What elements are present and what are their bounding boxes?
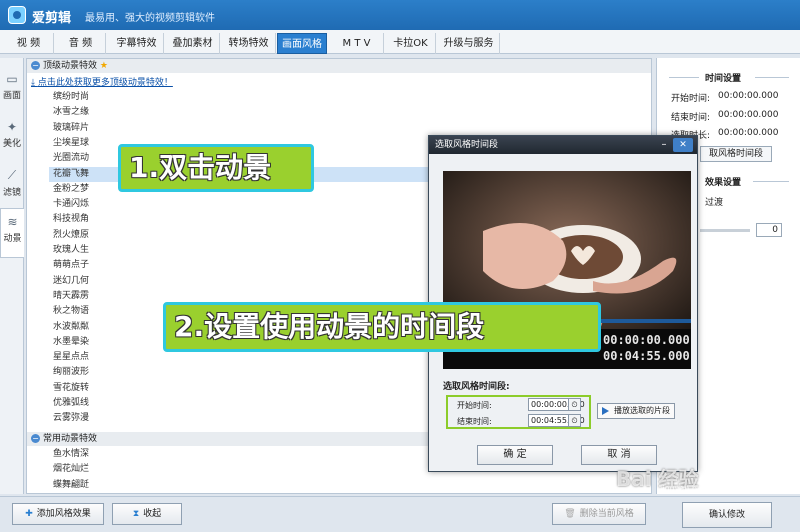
button-label: 收起	[143, 509, 162, 519]
tab-upgrade[interactable]: 升级与服务	[438, 33, 500, 54]
side-tab-beautify[interactable]: ✦ 美化	[0, 114, 24, 164]
star-icon: ★	[99, 61, 108, 71]
download-more-link[interactable]: ⤓ 点击此处获取更多顶级动景特效！	[31, 75, 173, 88]
pick-time-range-button[interactable]: 取风格时间段	[700, 146, 772, 162]
filter-icon: ⟋	[7, 168, 17, 182]
dialog-cancel-button[interactable]: 取 消	[581, 445, 657, 465]
tab-transitions[interactable]: 转场特效	[222, 33, 276, 54]
fade-label: 过渡	[705, 198, 724, 208]
trash-icon: 🗑	[564, 509, 576, 519]
app-logo-icon	[8, 6, 26, 24]
play-selection-button[interactable]: 播放选取的片段	[597, 403, 675, 419]
collapse-icon: −	[31, 434, 40, 443]
watermark-url: jingyan.baidu.com	[660, 484, 734, 493]
button-label: 添加风格效果	[36, 509, 91, 519]
tab-subtitle-effects[interactable]: 字幕特效	[110, 33, 164, 54]
group-title: 顶级动景特效	[43, 61, 98, 71]
main-tab-bar: 视 频 音 频 字幕特效 叠加素材 转场特效 画面风格 M T V 卡拉OK 升…	[0, 30, 800, 54]
tab-audio[interactable]: 音 频	[56, 33, 106, 54]
end-time-label: 结束时间:	[671, 113, 711, 123]
collapse-button[interactable]: ⧗ 收起	[112, 503, 182, 525]
tab-karaoke[interactable]: 卡拉OK	[386, 33, 436, 54]
close-icon[interactable]: ✕	[673, 138, 693, 152]
start-time-label: 开始时间:	[671, 94, 711, 104]
button-label: 播放选取的片段	[614, 406, 670, 415]
divider	[669, 77, 699, 78]
side-tabs: ▭ 画面 ✦ 美化 ⟋ 滤镜 ≋ 动景	[0, 58, 24, 494]
time-range-section-label: 选取风格时间段:	[443, 382, 510, 392]
group-header-top-effects[interactable]: − 顶级动景特效 ★	[27, 59, 651, 73]
divider	[753, 181, 789, 182]
dialog-ok-button[interactable]: 确 定	[477, 445, 553, 465]
hourglass-icon: ⧗	[132, 509, 140, 519]
side-tab-label: 滤镜	[2, 188, 21, 198]
side-tab-picture[interactable]: ▭ 画面	[0, 66, 24, 116]
tab-mtv[interactable]: M T V	[330, 33, 384, 54]
add-effect-icon: ✚	[25, 509, 33, 519]
play-icon	[602, 407, 609, 415]
app-name: 爱剪辑	[32, 11, 72, 26]
side-tab-label: 画面	[2, 91, 21, 101]
time-settings-header: 时间设置	[705, 74, 742, 84]
delete-style-button[interactable]: 🗑 删除当前风格	[552, 503, 646, 525]
fade-value-input[interactable]: 0	[756, 223, 782, 237]
download-icon: ⤓	[31, 78, 38, 88]
picture-icon: ▭	[6, 72, 18, 86]
wave-icon: ≋	[7, 215, 18, 229]
effect-list-item[interactable]: 缤纷时尚	[53, 90, 643, 105]
effect-list-item[interactable]: 玻璃碎片	[53, 121, 643, 136]
download-link-text: 点击此处获取更多顶级动景特效！	[37, 78, 173, 88]
step-1-annotation: 1.双击动景	[118, 144, 314, 192]
confirm-changes-button[interactable]: 确认修改	[682, 502, 772, 528]
effect-list-item[interactable]: 冰雪之缘	[53, 105, 643, 120]
side-tab-filter[interactable]: ⟋ 滤镜	[0, 162, 24, 212]
time-display-current: 00:00:00.000	[603, 333, 690, 347]
side-tab-motion[interactable]: ≋ 动景	[0, 208, 24, 258]
fade-slider[interactable]	[700, 229, 750, 232]
clock-reset-icon[interactable]: ⏲	[568, 414, 581, 427]
collapse-icon: −	[31, 61, 40, 70]
effect-settings-header: 效果设置	[705, 178, 742, 188]
side-tab-label: 动景	[3, 234, 22, 244]
time-display-total: 00:04:55.000	[603, 349, 690, 363]
divider	[755, 77, 789, 78]
title-bar: 爱剪辑 最易用、强大的视频剪辑软件	[0, 0, 800, 30]
duration-field: 00:00:00.000	[718, 128, 779, 138]
add-style-effect-button[interactable]: ✚ 添加风格效果	[12, 503, 104, 525]
side-tab-label: 美化	[2, 139, 21, 149]
step-2-annotation: 2.设置使用动景的时间段	[163, 302, 601, 352]
dialog-end-label: 结束时间:	[457, 417, 492, 426]
button-label: 删除当前风格	[579, 509, 634, 519]
tab-picture-style[interactable]: 画面风格	[277, 33, 327, 54]
dialog-start-label: 开始时间:	[457, 401, 492, 410]
magic-wand-icon: ✦	[6, 120, 18, 134]
start-time-field[interactable]: 00:00:00.000	[718, 91, 778, 101]
effect-list-item[interactable]: 蝶舞翩跹	[53, 478, 643, 493]
clock-reset-icon[interactable]: ⏲	[568, 398, 581, 411]
bottom-toolbar: ✚ 添加风格效果 ⧗ 收起 🗑 删除当前风格 确认修改	[0, 496, 800, 532]
end-time-field[interactable]: 00:00:00.000	[718, 110, 778, 120]
minimize-icon[interactable]: –	[657, 138, 671, 152]
tab-overlay[interactable]: 叠加素材	[166, 33, 220, 54]
group-title: 常用动景特效	[43, 434, 98, 444]
app-slogan: 最易用、强大的视频剪辑软件	[85, 13, 215, 24]
tab-video[interactable]: 视 频	[4, 33, 54, 54]
